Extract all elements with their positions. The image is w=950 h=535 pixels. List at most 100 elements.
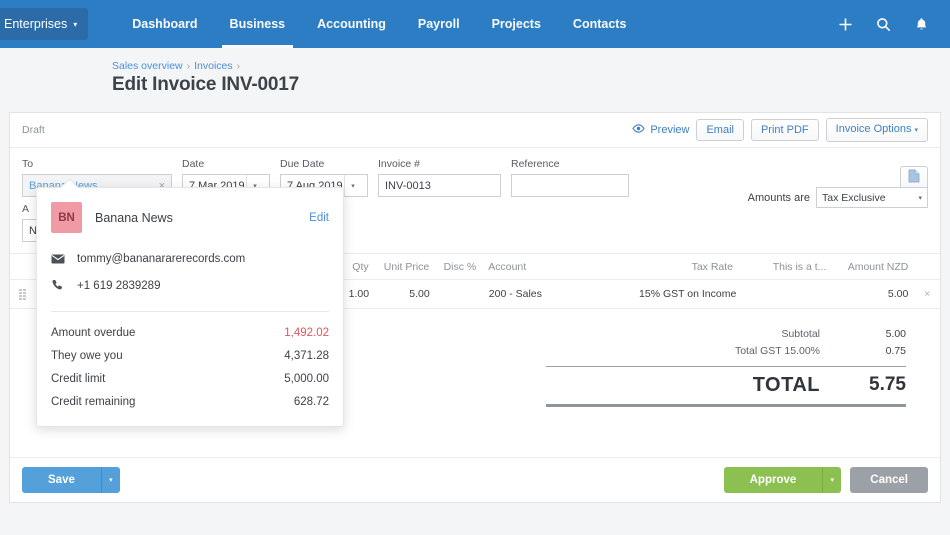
contact-phone-row: +1 619 2839289	[51, 272, 329, 299]
breadcrumb-separator-2: ›	[236, 60, 241, 72]
chevron-down-icon: ▾	[914, 127, 918, 134]
amounts-are-group: Amounts are Tax Exclusive ▾	[748, 187, 928, 208]
subtotal-value: 5.00	[885, 327, 906, 340]
nav-item-dashboard[interactable]: Dashboard	[116, 0, 213, 48]
save-button-group[interactable]: Save ▾	[22, 467, 120, 493]
totals-bottom-divider	[546, 404, 906, 407]
phone-icon	[51, 279, 77, 292]
header-tracking: This is a t...	[772, 260, 827, 273]
toolbar-actions: Preview Email Print PDF Invoice Options ▾	[632, 118, 928, 142]
cell-tax-rate[interactable]: 15% GST on Income	[631, 288, 756, 300]
approve-button[interactable]: Approve	[723, 467, 823, 493]
status-badge: Draft	[22, 124, 45, 136]
search-icon[interactable]	[872, 13, 894, 35]
organization-switcher[interactable]: Enterprises ▾	[0, 8, 89, 40]
invoice-number-field-group: Invoice # INV-0013	[378, 158, 501, 197]
nav-item-projects[interactable]: Projects	[476, 0, 557, 48]
finance-row-amount-overdue: Amount overdue 1,492.02	[51, 321, 329, 344]
organization-name: Enterprises	[4, 17, 68, 31]
chevron-down-icon[interactable]: ▾	[344, 175, 361, 196]
finance-value-amount-overdue: 1,492.02	[284, 326, 329, 339]
reference-field-group: Reference	[511, 158, 629, 197]
nav-item-business[interactable]: Business	[214, 0, 302, 48]
bell-icon[interactable]	[910, 13, 932, 35]
breadcrumb-separator: ›	[186, 60, 191, 72]
amounts-are-select[interactable]: Tax Exclusive ▾	[816, 187, 928, 208]
header-disc: Disc %	[443, 260, 477, 273]
date-label: Date	[182, 158, 205, 170]
to-label: To	[22, 158, 34, 170]
total-label: TOTAL	[752, 373, 820, 396]
finance-label-they-owe-you: They owe you	[51, 349, 123, 362]
email-button[interactable]: Email	[696, 119, 744, 141]
preview-button[interactable]: Preview	[632, 124, 689, 136]
nav-actions	[834, 13, 950, 35]
subtotal-label: Subtotal	[781, 327, 820, 340]
invoice-toolbar: Draft Preview Email Print PDF Invoice Op…	[10, 113, 940, 148]
popup-header: BN Banana News Edit	[37, 188, 343, 245]
contact-email[interactable]: tommy@bananararerecords.com	[77, 253, 245, 265]
cell-unit-price[interactable]: 5.00	[375, 288, 436, 300]
contact-email-row: tommy@bananararerecords.com	[51, 245, 329, 272]
delete-row-icon[interactable]: ×	[914, 288, 940, 300]
edit-contact-link[interactable]: Edit	[309, 212, 329, 224]
save-dropdown-chevron-down-icon[interactable]: ▾	[100, 467, 120, 493]
finance-value-credit-limit: 5,000.00	[284, 372, 329, 385]
invoice-number-label: Invoice #	[378, 158, 421, 170]
nav-item-payroll[interactable]: Payroll	[402, 0, 476, 48]
top-navigation-bar: Enterprises ▾ Dashboard Business Account…	[0, 0, 950, 48]
cancel-button[interactable]: Cancel	[850, 467, 928, 493]
due-date-label: Due Date	[280, 158, 325, 170]
footer-right-actions: Approve ▾ Cancel	[723, 467, 928, 493]
page-header: Sales overview › Invoices › Edit Invoice IN…	[0, 48, 950, 106]
finance-label-credit-remaining: Credit remaining	[51, 395, 136, 408]
drag-handle-icon[interactable]	[10, 288, 36, 300]
amounts-are-label: Amounts are	[747, 191, 810, 204]
breadcrumb-invoices[interactable]: Invoices	[194, 60, 233, 72]
plus-icon[interactable]	[834, 13, 856, 35]
invoice-number-input[interactable]: INV-0013	[378, 174, 501, 197]
breadcrumb-sales-overview[interactable]: Sales overview	[112, 60, 183, 72]
reference-input[interactable]	[511, 174, 629, 197]
approve-dropdown-chevron-down-icon[interactable]: ▾	[822, 467, 842, 493]
nav-item-accounting[interactable]: Accounting	[301, 0, 402, 48]
invoice-number-value: INV-0013	[385, 179, 431, 192]
chevron-down-icon: ▾	[918, 194, 922, 202]
gst-label: Total GST 15.00%	[734, 344, 820, 357]
main-nav-items: Dashboard Business Accounting Payroll Pr…	[116, 0, 642, 48]
avatar: BN	[51, 202, 82, 233]
invoice-footer: Save ▾ Approve ▾ Cancel	[10, 457, 940, 502]
approve-button-group[interactable]: Approve ▾	[723, 467, 842, 493]
nav-item-contacts[interactable]: Contacts	[557, 0, 642, 48]
preview-label: Preview	[650, 124, 690, 136]
envelope-icon	[51, 254, 77, 264]
contact-phone[interactable]: +1 619 2839289	[77, 280, 160, 292]
cell-amount: 5.00	[887, 288, 909, 300]
finance-row-they-owe-you: They owe you 4,371.28	[51, 344, 329, 367]
save-button[interactable]: Save	[22, 467, 101, 493]
popup-contact-info: tommy@bananararerecords.com +1 619 28392…	[37, 245, 343, 311]
print-pdf-button[interactable]: Print PDF	[750, 119, 819, 141]
contact-name: Banana News	[95, 210, 173, 225]
finance-row-credit-remaining: Credit remaining 628.72	[51, 390, 329, 413]
amounts-are-value: Tax Exclusive	[822, 191, 886, 204]
finance-value-credit-remaining: 628.72	[293, 395, 329, 408]
chevron-down-icon: ▾	[73, 19, 78, 29]
document-icon	[908, 169, 920, 188]
contact-details-popup: BN Banana News Edit tommy@bananararereco…	[36, 187, 344, 427]
finance-label-credit-limit: Credit limit	[51, 372, 106, 385]
finance-label-amount-overdue: Amount overdue	[51, 326, 136, 339]
breadcrumb: Sales overview › Invoices ›	[112, 60, 950, 72]
cell-account[interactable]: 200 - Sales	[483, 288, 631, 300]
finance-value-they-owe-you: 4,371.28	[284, 349, 329, 362]
invoice-options-button[interactable]: Invoice Options ▾	[825, 118, 928, 142]
header-tax-rate: Tax Rate	[691, 260, 734, 273]
gst-value: 0.75	[885, 344, 906, 357]
invoice-card: Draft Preview Email Print PDF Invoice Op…	[9, 112, 941, 503]
header-account: Account	[488, 260, 527, 273]
reference-label: Reference	[511, 158, 560, 170]
page-title: Edit Invoice INV-0017	[112, 74, 299, 95]
header-amount: Amount NZD	[847, 260, 909, 273]
invoice-options-label: Invoice Options	[835, 123, 912, 135]
eye-icon	[632, 124, 645, 136]
